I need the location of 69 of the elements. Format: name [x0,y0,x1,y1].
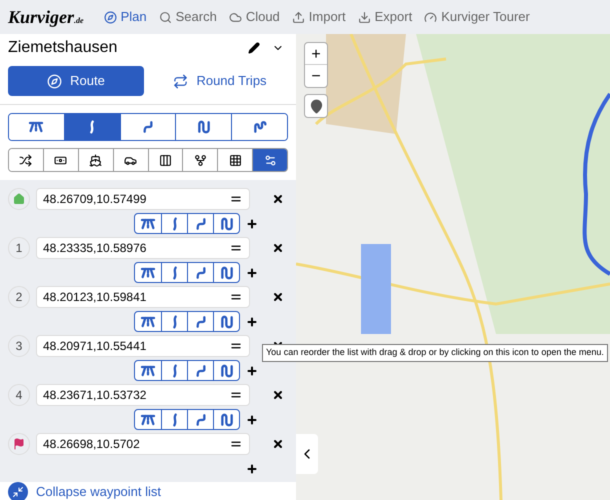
winding-road-icon [170,362,178,378]
nav-link[interactable]: Search [158,7,217,27]
repeat-icon [173,74,188,88]
winding-road-icon [252,119,268,135]
waypoint-marker: 2 [8,286,30,308]
ferry-icon [89,154,102,166]
nav-link[interactable]: Export [358,7,412,27]
nav-link[interactable]: Kurviger Tourer [424,7,530,27]
logo[interactable]: Kurviger.de [8,4,84,30]
winding-road-icon [218,264,234,280]
winding-road-icon [88,119,96,135]
add-waypoint-icon[interactable] [246,316,258,328]
close-icon[interactable] [272,291,284,303]
winding-road-icon [218,362,234,378]
winding-road-icon [218,314,234,330]
waypoint-field[interactable]: 48.20971,10.55441 [36,335,250,357]
nav-link[interactable]: Plan [104,7,147,27]
settings-icon [264,154,277,166]
zoom-out-button[interactable]: − [305,65,327,87]
waypoint-field[interactable]: 48.23335,10.58976 [36,237,250,259]
close-icon[interactable] [272,242,284,254]
profile-button[interactable] [231,114,287,140]
collapse-link[interactable]: Collapse waypoint list [0,482,296,500]
highway-icon [28,119,44,135]
waypoint-field[interactable]: 48.20123,10.59841 [36,286,250,308]
add-waypoint-icon[interactable] [246,364,258,376]
add-waypoint-icon[interactable] [246,218,258,230]
cloud-icon [228,10,242,24]
compass-icon [47,74,62,88]
profile-button[interactable] [64,114,120,140]
shuffle-icon [19,154,32,166]
winding-road-icon [218,216,234,232]
nav-link[interactable]: Import [292,7,346,27]
add-waypoint-icon[interactable] [246,414,258,426]
location-button[interactable] [304,94,328,118]
import-icon [292,10,305,24]
waypoint-marker: 4 [8,384,30,406]
flag-icon [13,438,25,450]
winding-road-icon [170,314,178,330]
search-icon [158,10,172,24]
waypoint-field[interactable]: 48.26709,10.57499 [36,188,250,210]
waypoint-marker: 3 [8,335,30,357]
add-waypoint-icon[interactable] [246,462,258,474]
export-icon [358,10,371,24]
close-icon[interactable] [272,389,284,401]
waypoint-field[interactable]: 48.23671,10.53732 [36,384,250,406]
winding-road-icon [170,412,178,428]
winding-road-icon [196,119,212,135]
home-icon [13,193,25,205]
waypoint-marker: 1 [8,237,30,259]
mode-tab[interactable]: Route [8,66,144,96]
route-title: Ziemetshausen [8,38,118,58]
winding-road-icon [170,216,178,232]
fork-icon [194,154,207,166]
nav-link[interactable]: Cloud [228,7,280,27]
pencil-icon[interactable] [248,42,260,54]
waypoint-field[interactable]: 48.26698,10.5702 [36,433,250,455]
mode-tab[interactable]: Round Trips [152,66,288,96]
zoom-in-button[interactable]: + [305,43,327,65]
add-waypoint-icon[interactable] [246,266,258,278]
winding-road-icon [170,264,178,280]
winding-road-icon [218,412,234,428]
close-icon[interactable] [272,193,284,205]
tooltip: You can reorder the list with drag & drop or by clicking on this icon to open the menu. [262,344,608,362]
option-button[interactable] [252,149,287,171]
pin-icon [308,98,324,114]
close-icon[interactable] [272,438,284,450]
panel-toggle-button[interactable] [296,434,318,474]
collapse-icon [8,482,28,500]
